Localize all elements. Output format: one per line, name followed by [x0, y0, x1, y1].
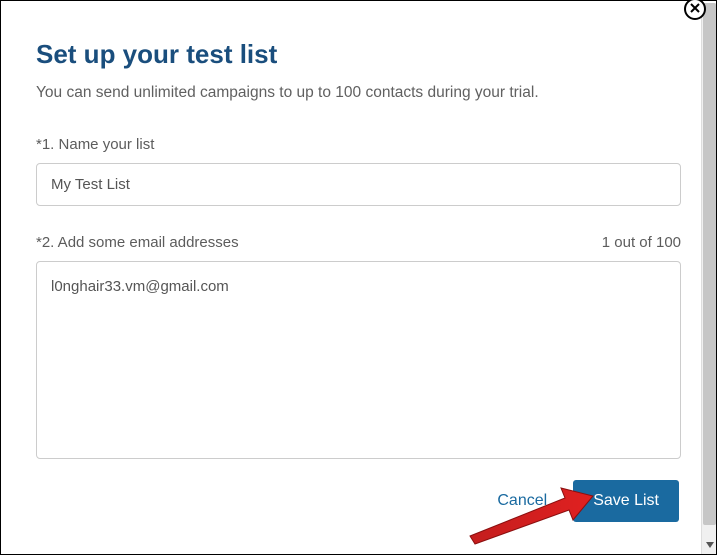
field2-label: *2. Add some email addresses: [36, 234, 239, 251]
email-addresses-input[interactable]: l0nghair33.vm@gmail.com: [36, 261, 681, 459]
dialog-content: Set up your test list You can send unlim…: [1, 1, 716, 554]
save-list-button[interactable]: Save List: [573, 480, 679, 522]
scrollbar[interactable]: [701, 3, 716, 554]
page-title: Set up your test list: [36, 39, 681, 70]
list-name-input[interactable]: [36, 163, 681, 206]
scrollbar-down-arrow[interactable]: [702, 538, 717, 552]
field1-label: *1. Name your list: [36, 136, 681, 153]
action-bar: Cancel Save List: [36, 480, 681, 522]
scrollbar-thumb[interactable]: [703, 3, 716, 525]
email-counter: 1 out of 100: [602, 234, 681, 251]
close-icon: [690, 0, 700, 18]
cancel-button[interactable]: Cancel: [497, 492, 547, 510]
page-subtitle: You can send unlimited campaigns to up t…: [36, 84, 681, 102]
